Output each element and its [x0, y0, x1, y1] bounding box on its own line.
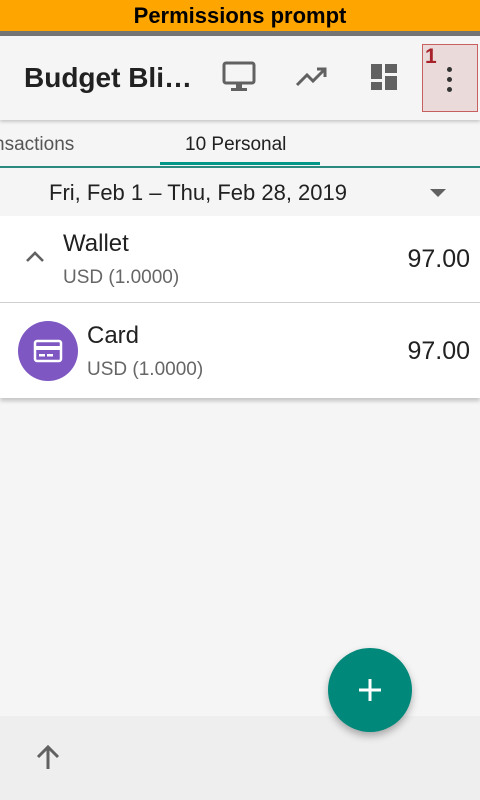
account-currency: USD (1.0000) — [87, 359, 204, 380]
chevron-up-icon[interactable] — [24, 246, 46, 268]
dashboard-icon[interactable] — [367, 60, 401, 94]
account-name: Wallet — [63, 230, 129, 257]
more-vertical-icon — [445, 67, 453, 95]
account-row-card[interactable]: Card USD (1.0000) 97.00 — [0, 303, 480, 398]
bottom-bar — [0, 716, 480, 800]
credit-card-icon — [18, 321, 78, 381]
overflow-menu-button[interactable]: 1 — [422, 44, 478, 112]
tab-personal[interactable]: 10 Personal — [185, 134, 286, 156]
active-tab-indicator — [160, 162, 320, 165]
account-currency: USD (1.0000) — [63, 267, 180, 288]
plus-icon — [359, 679, 381, 701]
app-toolbar: Budget Bli… 1 — [0, 36, 480, 120]
date-range-text: Fri, Feb 1 – Thu, Feb 28, 2019 — [49, 180, 347, 205]
trending-up-icon[interactable] — [295, 60, 329, 94]
account-amount: 97.00 — [407, 337, 470, 365]
account-row-wallet[interactable]: Wallet USD (1.0000) 97.00 — [0, 216, 480, 302]
tab-transactions[interactable]: nsactions — [0, 134, 74, 156]
date-range-selector[interactable]: Fri, Feb 1 – Thu, Feb 28, 2019 — [0, 168, 480, 216]
permissions-banner: Permissions prompt — [0, 0, 480, 31]
account-name: Card — [87, 322, 140, 349]
arrow-up-icon[interactable] — [34, 744, 62, 772]
account-tabs: nsactions 10 Personal — [0, 122, 480, 168]
accounts-list: Wallet USD (1.0000) 97.00 Card USD (1.00… — [0, 216, 480, 398]
dropdown-arrow-icon — [430, 189, 446, 197]
account-amount: 97.00 — [407, 245, 470, 273]
add-fab-button[interactable] — [328, 648, 412, 732]
app-title: Budget Bli… — [24, 62, 192, 93]
element-marker: 1 — [425, 45, 437, 68]
monitor-icon[interactable] — [222, 60, 256, 94]
